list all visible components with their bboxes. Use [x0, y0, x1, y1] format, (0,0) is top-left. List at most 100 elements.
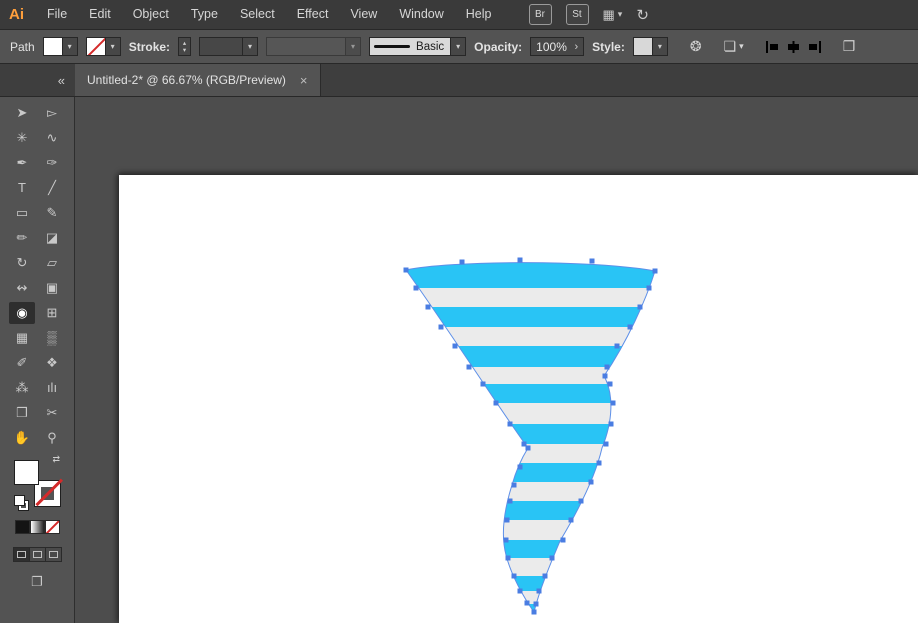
gradient-button[interactable]	[29, 520, 45, 534]
none-button[interactable]	[44, 520, 60, 534]
gradient-tool[interactable]: ▒	[39, 327, 65, 349]
workspace-body: ➤ ▻ ✳ ∿ ✒ ✑ T ╱ ▭ ✎ ✏ ◪ ↻ ▱ ↭ ▣ ◉ ⊞ ▦ ▒ ✐ ❖ ⁂ ılı ❒ ✂ ✋ ⚲ ⇄ ❐	[0, 97, 918, 623]
rotate-tool[interactable]: ↻	[9, 252, 35, 274]
arrange-dropdown[interactable]: ❏ ▾	[724, 37, 744, 56]
fill-color-dropdown[interactable]: ▾	[42, 37, 78, 56]
menu-help[interactable]: Help	[455, 0, 503, 29]
chevron-down-icon: ▾	[450, 38, 466, 55]
align-left-icon[interactable]	[765, 40, 779, 53]
style-label: Style:	[592, 39, 625, 54]
rectangle-tool[interactable]: ▭	[9, 202, 35, 224]
align-center-icon[interactable]	[787, 40, 800, 53]
brush-definition-dropdown[interactable]: Basic ▾	[369, 37, 467, 56]
variable-width-profile-dropdown: ▾	[266, 37, 362, 56]
default-fill-icon[interactable]	[14, 495, 25, 506]
mesh-tool[interactable]: ▦	[9, 327, 35, 349]
stroke-width-stepper[interactable]: ▴ ▾	[178, 37, 192, 56]
recolor-artwork-icon[interactable]: ❂	[690, 38, 702, 55]
fill-stroke-control[interactable]: ⇄	[14, 454, 61, 511]
artboard-tool[interactable]: ❒	[9, 402, 35, 424]
menu-object[interactable]: Object	[122, 0, 180, 29]
hand-tool[interactable]: ✋	[9, 427, 35, 449]
bridge-button[interactable]: Br	[528, 4, 552, 25]
chevron-down-icon: ▾	[346, 37, 362, 56]
perspective-grid-tool[interactable]: ⊞	[39, 302, 65, 324]
swap-fill-stroke-icon[interactable]: ⇄	[52, 454, 60, 465]
variable-width-value	[266, 37, 347, 56]
color-button[interactable]	[14, 520, 30, 534]
draw-normal-button[interactable]	[13, 548, 30, 561]
illustrator-logo: Ai	[9, 6, 24, 23]
document-tab[interactable]: Untitled-2* @ 66.67% (RGB/Preview) ×	[75, 64, 321, 96]
close-icon[interactable]: ×	[300, 73, 308, 88]
type-tool[interactable]: T	[9, 177, 35, 199]
style-dropdown[interactable]: ▾	[632, 37, 668, 56]
scale-tool[interactable]: ▱	[39, 252, 65, 274]
curvature-tool[interactable]: ✑	[39, 152, 65, 174]
eraser-tool[interactable]: ◪	[39, 227, 65, 249]
menu-file[interactable]: File	[36, 0, 78, 29]
sync-icon[interactable]: ↻	[636, 6, 649, 24]
draw-behind-button[interactable]	[29, 548, 46, 561]
pen-tool[interactable]: ✒	[9, 152, 35, 174]
workspace-switcher[interactable]: ▦ ▾	[603, 7, 623, 23]
menu-edit[interactable]: Edit	[78, 0, 122, 29]
fill-color-indicator[interactable]	[14, 460, 39, 485]
eyedropper-tool[interactable]: ✐	[9, 352, 35, 374]
menu-view[interactable]: View	[339, 0, 388, 29]
menubar-right: Br St ▦ ▾ ↻	[528, 4, 649, 25]
stepper-down-icon: ▾	[182, 46, 187, 54]
tornado-artwork[interactable]	[75, 97, 918, 623]
menubar-items: File Edit Object Type Select Effect View Window…	[36, 0, 503, 29]
chevron-down-icon: ▾	[617, 9, 623, 19]
width-tool[interactable]: ↭	[9, 277, 35, 299]
line-segment-tool[interactable]: ╱	[39, 177, 65, 199]
symbol-sprayer-tool[interactable]: ⁂	[9, 377, 35, 399]
brush-name: Basic	[416, 40, 445, 53]
drawing-mode-buttons	[12, 547, 62, 562]
panel-collapse-button[interactable]: «	[0, 64, 75, 96]
magic-wand-tool[interactable]: ✳	[9, 127, 35, 149]
menu-effect[interactable]: Effect	[286, 0, 340, 29]
free-transform-tool[interactable]: ▣	[39, 277, 65, 299]
tools-panel: ➤ ▻ ✳ ∿ ✒ ✑ T ╱ ▭ ✎ ✏ ◪ ↻ ▱ ↭ ▣ ◉ ⊞ ▦ ▒ ✐ ❖ ⁂ ılı ❒ ✂ ✋ ⚲ ⇄ ❐	[0, 97, 75, 623]
menu-select[interactable]: Select	[229, 0, 286, 29]
brush-line-icon	[374, 45, 411, 48]
stroke-color-dropdown[interactable]: ▾	[85, 37, 121, 56]
lasso-tool[interactable]: ∿	[39, 127, 65, 149]
workspace-icon: ▦	[602, 6, 615, 22]
zoom-tool[interactable]: ⚲	[39, 427, 65, 449]
menu-window[interactable]: Window	[388, 0, 454, 29]
direct-selection-tool[interactable]: ▻	[39, 102, 65, 124]
tools-grid: ➤ ▻ ✳ ∿ ✒ ✑ T ╱ ▭ ✎ ✏ ◪ ↻ ▱ ↭ ▣ ◉ ⊞ ▦ ▒ ✐ ❖ ⁂ ılı ❒ ✂ ✋ ⚲	[7, 100, 67, 450]
selection-tool[interactable]: ➤	[9, 102, 35, 124]
stepper-up-icon: ▴	[182, 39, 187, 47]
shape-builder-tool[interactable]: ◉	[9, 301, 35, 324]
canvas[interactable]	[75, 97, 918, 623]
tab-row: « Untitled-2* @ 66.67% (RGB/Preview) ×	[0, 64, 918, 97]
blend-tool[interactable]: ❖	[39, 352, 65, 374]
chevron-down-icon: ▾	[652, 37, 668, 56]
opacity-label: Opacity:	[474, 39, 523, 54]
menu-type[interactable]: Type	[180, 0, 229, 29]
paintbrush-tool[interactable]: ✎	[39, 202, 65, 224]
slice-tool[interactable]: ✂	[39, 402, 65, 424]
style-swatch	[632, 37, 653, 56]
collapse-icon: «	[57, 72, 65, 88]
arrange-icon: ❏	[723, 38, 737, 54]
chevron-down-icon: ▾	[243, 37, 259, 56]
pencil-tool[interactable]: ✏	[9, 227, 35, 249]
opacity-field[interactable]: 100% ›	[530, 37, 585, 56]
align-right-icon[interactable]	[808, 40, 821, 53]
stroke-width-dropdown[interactable]: ▾	[199, 37, 259, 56]
stroke-none-swatch	[85, 37, 106, 56]
screen-mode-button[interactable]: ❐	[31, 574, 43, 590]
draw-inside-button[interactable]	[45, 548, 61, 561]
transform-panel-icon[interactable]: ❒	[843, 38, 856, 55]
stroke-width-value	[199, 37, 244, 56]
stroke-label: Stroke:	[128, 39, 171, 54]
stock-button[interactable]: St	[565, 4, 589, 25]
column-graph-tool[interactable]: ılı	[39, 377, 65, 399]
illustrator-window: Ai File Edit Object Type Select Effect View Win…	[0, 0, 918, 623]
document-tabbar: Untitled-2* @ 66.67% (RGB/Preview) ×	[75, 64, 918, 96]
